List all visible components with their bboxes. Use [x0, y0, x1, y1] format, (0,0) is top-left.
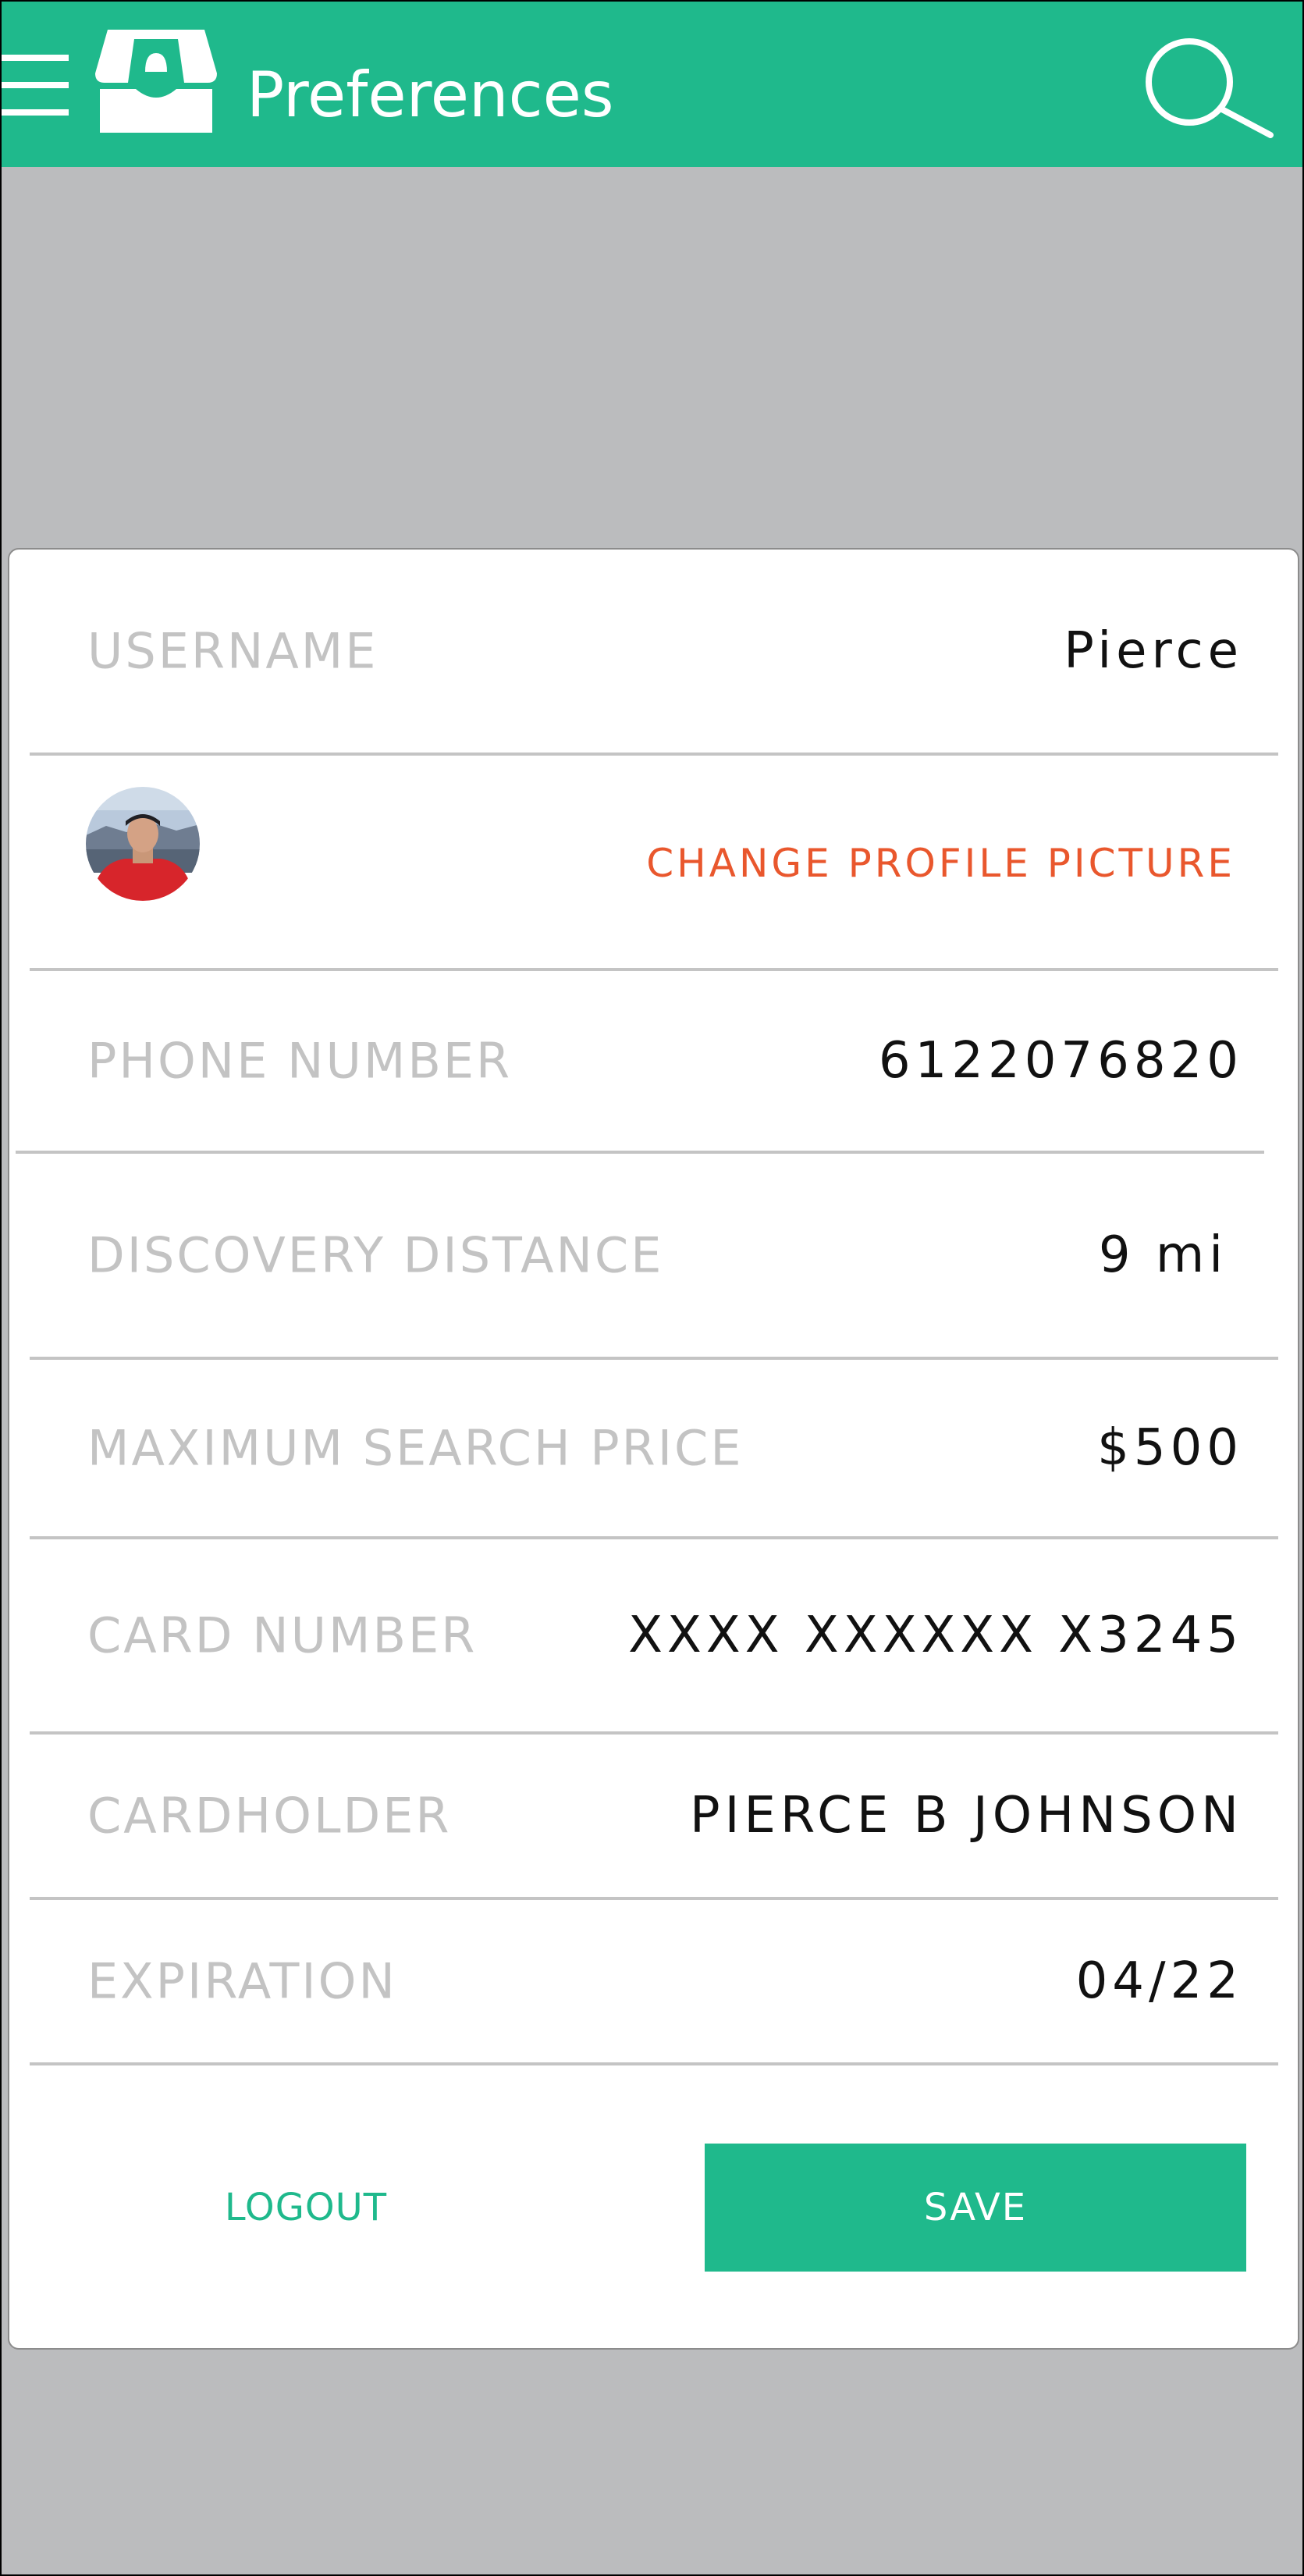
- cardholder-row[interactable]: CARDHOLDER PIERCE B JOHNSON: [9, 1735, 1298, 1897]
- logout-button[interactable]: LOGOUT: [150, 2144, 462, 2272]
- app-bar: Preferences: [2, 2, 1302, 167]
- avatar: [86, 787, 200, 901]
- change-profile-picture-link[interactable]: CHANGE PROFILE PICTURE: [646, 841, 1235, 886]
- card-number-row[interactable]: CARD NUMBER XXXX XXXXXX X3245: [9, 1539, 1298, 1731]
- card-number-value[interactable]: XXXX XXXXXX X3245: [628, 1606, 1243, 1664]
- phone-number-label: PHONE NUMBER: [87, 1032, 513, 1090]
- maximum-search-price-label: MAXIMUM SEARCH PRICE: [87, 1419, 744, 1477]
- username-label: USERNAME: [87, 622, 378, 680]
- expiration-value[interactable]: 04/22: [1076, 1952, 1243, 2010]
- discovery-distance-value[interactable]: 9 mi: [1099, 1226, 1228, 1284]
- maximum-search-price-row[interactable]: MAXIMUM SEARCH PRICE $500: [9, 1360, 1298, 1536]
- discovery-distance-label: DISCOVERY DISTANCE: [87, 1226, 664, 1284]
- cardholder-label: CARDHOLDER: [87, 1787, 452, 1845]
- username-row[interactable]: USERNAME Pierce: [9, 550, 1298, 753]
- hamburger-menu-icon[interactable]: [2, 48, 69, 122]
- save-button[interactable]: SAVE: [705, 2144, 1246, 2272]
- discovery-distance-row[interactable]: DISCOVERY DISTANCE 9 mi: [9, 1154, 1298, 1357]
- search-icon[interactable]: [1142, 37, 1274, 138]
- card-number-label: CARD NUMBER: [87, 1606, 478, 1664]
- expiration-row[interactable]: EXPIRATION 04/22: [9, 1900, 1298, 2062]
- profile-picture-row: CHANGE PROFILE PICTURE: [9, 756, 1298, 971]
- app-screen: Preferences USERNAME Pierce CHANGE PROFI…: [2, 2, 1302, 2574]
- phone-number-row[interactable]: PHONE NUMBER 6122076820: [9, 971, 1298, 1151]
- divider: [30, 2062, 1278, 2065]
- cardholder-value[interactable]: PIERCE B JOHNSON: [690, 1787, 1243, 1845]
- preferences-card: USERNAME Pierce CHANGE PROFILE PICTURE P…: [8, 548, 1299, 2350]
- username-value[interactable]: Pierce: [1064, 622, 1243, 680]
- storefront-logo-icon: [95, 30, 217, 133]
- maximum-search-price-value[interactable]: $500: [1097, 1419, 1243, 1477]
- expiration-label: EXPIRATION: [87, 1952, 397, 2010]
- phone-number-value[interactable]: 6122076820: [879, 1032, 1243, 1090]
- page-title: Preferences: [247, 59, 614, 131]
